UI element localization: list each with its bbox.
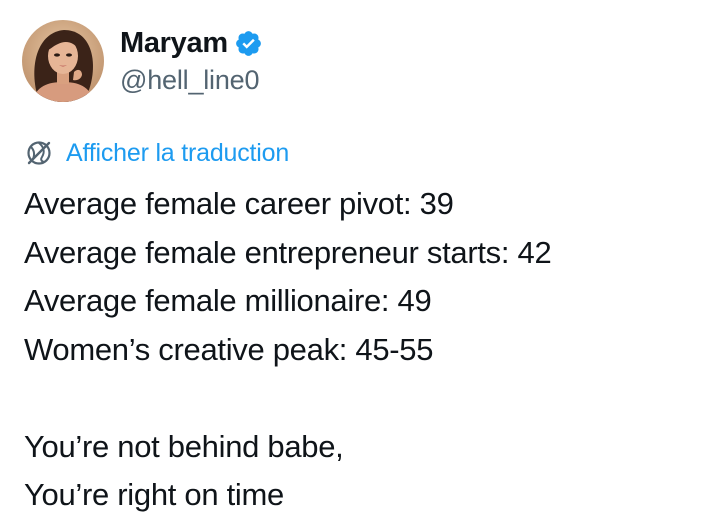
user-handle[interactable]: @hell_line0 bbox=[120, 65, 263, 96]
user-info: Maryam @hell_line0 bbox=[120, 25, 263, 96]
tweet-line: You’re not behind babe, bbox=[24, 428, 344, 464]
avatar[interactable] bbox=[22, 20, 104, 102]
tweet-body: Average female career pivot: 39 Average … bbox=[24, 180, 552, 520]
display-name[interactable]: Maryam bbox=[120, 27, 228, 60]
tweet: Maryam @hell_line0 Afficher la traductio… bbox=[0, 0, 703, 532]
name-row: Maryam bbox=[120, 25, 263, 63]
tweet-line: Average female entrepreneur starts: 42 bbox=[24, 234, 552, 270]
globe-translate-icon bbox=[24, 138, 54, 168]
tweet-line: You’re right on time bbox=[24, 477, 284, 512]
translate-link[interactable]: Afficher la traduction bbox=[24, 138, 289, 168]
tweet-line: Women’s creative peak: 45-55 bbox=[24, 331, 434, 367]
translate-label: Afficher la traduction bbox=[66, 138, 290, 167]
verified-badge-icon[interactable] bbox=[234, 29, 263, 58]
tweet-line: Average female millionaire: 49 bbox=[24, 283, 432, 318]
tweet-line: Average female career pivot: 39 bbox=[24, 186, 454, 221]
tweet-header: Maryam @hell_line0 bbox=[22, 20, 263, 102]
avatar-image bbox=[22, 20, 104, 102]
